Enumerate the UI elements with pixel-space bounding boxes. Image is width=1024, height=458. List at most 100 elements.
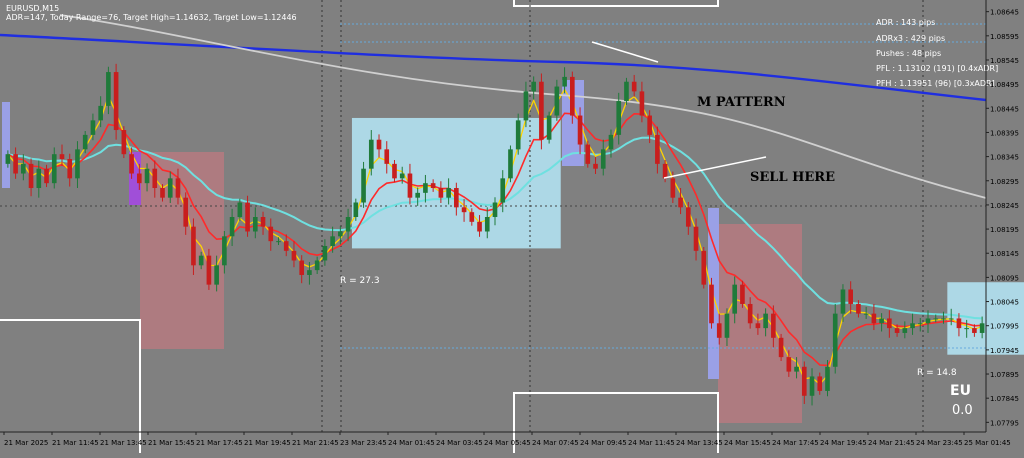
candle-body-81 — [631, 81, 637, 92]
candle-body-19 — [152, 168, 158, 189]
price-chart[interactable]: EURUSD,M15 ADR=147, Today Range=76, Targ… — [0, 0, 1024, 453]
candle-body-55 — [430, 183, 436, 189]
candle-body-57 — [446, 188, 451, 198]
candle-body-31 — [245, 202, 250, 232]
candle-body-26 — [206, 255, 212, 285]
candle-body-73 — [570, 76, 575, 116]
candle-body-65 — [508, 149, 513, 179]
candle-body-79 — [616, 101, 622, 135]
candle-body-80 — [624, 81, 629, 102]
candle-body-1 — [13, 154, 18, 174]
candle-body-40 — [314, 260, 320, 271]
candle-body-87 — [678, 197, 683, 208]
candle-body-92 — [716, 323, 722, 338]
candle-body-13 — [106, 72, 111, 106]
candle-body-125 — [972, 328, 977, 333]
purple-marker-4 — [2, 102, 10, 188]
x-tick-label-2: 21 Mar 13:45 — [100, 439, 147, 447]
candle-body-124 — [964, 328, 969, 330]
candle-body-83 — [647, 115, 652, 135]
candle-body-41 — [322, 245, 328, 261]
x-tick-label-0: 21 Mar 2025 — [4, 439, 48, 447]
hud-line-adr: ADR : 143 pips — [876, 18, 935, 27]
candle-body-103 — [801, 366, 807, 396]
x-tick-label-12: 24 Mar 09:45 — [580, 439, 627, 447]
x-tick-label-6: 21 Mar 21:45 — [292, 439, 339, 447]
candle-body-115 — [894, 328, 900, 333]
candle-body-109 — [848, 289, 854, 304]
candle-body-50 — [392, 163, 397, 179]
candle-body-2 — [21, 163, 26, 174]
candle-body-17 — [136, 173, 142, 184]
candle-body-112 — [871, 313, 877, 324]
candle-body-96 — [747, 303, 753, 324]
candle-body-38 — [299, 260, 305, 275]
candle-body-52 — [407, 173, 413, 198]
candle-body-18 — [144, 168, 150, 184]
candle-body-62 — [484, 217, 490, 232]
candle-body-8 — [67, 159, 73, 179]
candle-body-121 — [941, 318, 946, 320]
hud-line-adrx3: ADRx3 : 429 pips — [876, 34, 945, 43]
candle-body-68 — [531, 81, 536, 92]
candle-body-122 — [948, 318, 954, 320]
x-tick-label-3: 21 Mar 15:45 — [148, 439, 195, 447]
candle-body-108 — [840, 289, 846, 314]
candle-body-76 — [593, 163, 598, 169]
x-tick-label-19: 24 Mar 23:45 — [916, 439, 963, 447]
candle-body-60 — [469, 212, 475, 222]
x-tick-label-7: 23 Mar 23:45 — [340, 439, 387, 447]
candle-body-114 — [887, 318, 892, 329]
candle-body-113 — [879, 318, 884, 324]
y-tick-label-4: 1.08445 — [990, 105, 1019, 113]
candle-body-25 — [198, 255, 204, 266]
y-tick-label-6: 1.08345 — [990, 154, 1019, 162]
chart-window[interactable]: EURUSD,M15 ADR=147, Today Range=76, Targ… — [0, 0, 1024, 453]
candle-body-5 — [44, 168, 49, 184]
candle-body-48 — [376, 139, 382, 150]
candle-body-27 — [214, 265, 219, 285]
candle-body-71 — [554, 86, 560, 116]
candle-body-12 — [98, 105, 103, 121]
y-tick-label-16: 1.07845 — [990, 395, 1019, 403]
y-tick-label-17: 1.07795 — [990, 419, 1019, 427]
candle-body-61 — [477, 221, 482, 232]
candle-body-101 — [786, 357, 792, 372]
candle-body-69 — [539, 81, 544, 140]
candle-body-98 — [763, 313, 768, 329]
candle-body-88 — [685, 207, 691, 227]
symbol-short-label: EU — [950, 383, 971, 399]
y-tick-label-7: 1.08295 — [990, 178, 1019, 186]
x-tick-label-8: 24 Mar 01:45 — [388, 439, 435, 447]
candle-body-97 — [755, 323, 761, 329]
candle-body-89 — [693, 226, 699, 251]
candle-body-15 — [121, 130, 127, 155]
x-tick-label-5: 21 Mar 19:45 — [244, 439, 291, 447]
candle-body-75 — [585, 144, 591, 164]
candle-body-47 — [368, 139, 374, 169]
candle-body-28 — [222, 236, 227, 266]
candle-body-22 — [175, 178, 181, 198]
x-tick-label-11: 24 Mar 07:45 — [532, 439, 579, 447]
candle-body-126 — [979, 323, 985, 333]
candle-body-100 — [778, 337, 784, 358]
candle-body-29 — [229, 217, 235, 237]
y-tick-label-12: 1.08045 — [990, 299, 1019, 307]
hud-line-pfh: PFH : 1.13951 (96) [0.3xADR] — [876, 79, 995, 88]
candle-body-45 — [353, 202, 359, 217]
candle-body-105 — [817, 376, 823, 391]
candle-body-51 — [399, 173, 405, 179]
candle-body-85 — [662, 163, 668, 179]
candle-body-35 — [276, 241, 281, 243]
candle-body-42 — [330, 236, 335, 246]
candle-body-0 — [5, 154, 11, 164]
y-tick-label-5: 1.08395 — [990, 129, 1019, 137]
candle-body-77 — [600, 149, 606, 169]
candle-body-33 — [260, 217, 266, 227]
candle-body-99 — [771, 313, 776, 338]
candle-body-118 — [917, 323, 923, 325]
y-tick-label-9: 1.08195 — [990, 226, 1019, 234]
candle-body-32 — [252, 217, 258, 232]
candle-body-107 — [832, 313, 838, 367]
candle-body-23 — [183, 197, 189, 227]
